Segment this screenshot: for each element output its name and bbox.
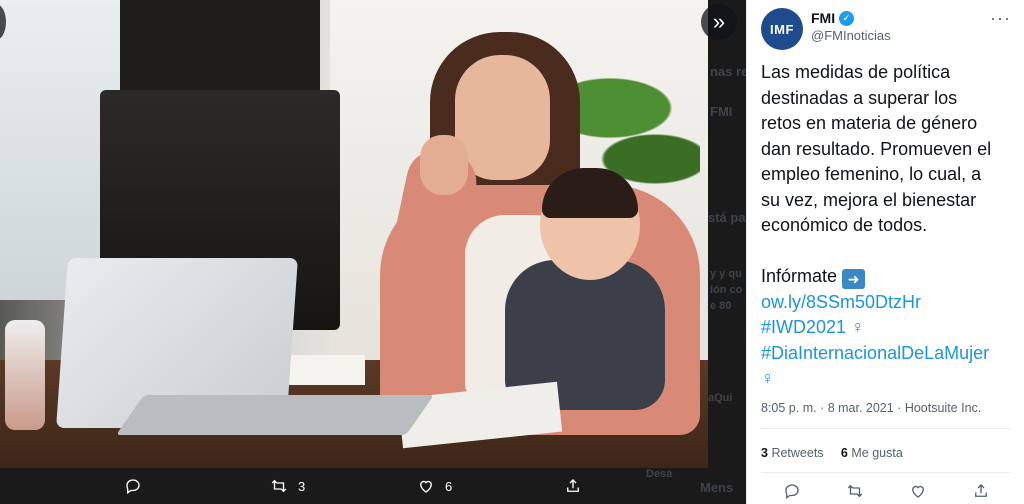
hashtag-dia-mujer[interactable]: #DiaInternacionalDeLaMujer — [761, 341, 1016, 367]
heart-icon — [420, 480, 432, 493]
share-icon — [567, 479, 579, 492]
cta-text: Infórmate — [761, 266, 838, 286]
cta-line: Infórmate ➜ — [761, 264, 1016, 290]
tweet-text-line: económico de todos. — [761, 215, 928, 235]
tweet-text-line: dan resultado. Promueven el — [761, 138, 992, 159]
verified-badge-icon: ✓ — [839, 10, 855, 26]
share-icon — [975, 484, 987, 497]
tweet-header: IMF FMI ✓ @FMInoticias ··· — [761, 6, 1021, 52]
photo-woman-hand — [420, 135, 468, 195]
female-sign-icon: ♀ — [761, 368, 775, 388]
more-options-icon[interactable]: ··· — [990, 8, 1011, 29]
tweet-stats: 3 Retweets 6 Me gusta — [761, 446, 903, 460]
retweets-count: 3 — [761, 446, 768, 460]
likes-label: Me gusta — [851, 446, 903, 460]
tweet-text-line: empleo femenino, lo cual, a — [761, 164, 982, 184]
hashtag-iwd2021[interactable]: #IWD2021 — [761, 317, 846, 337]
photo-woman-face — [455, 55, 550, 180]
panel-retweet-button[interactable] — [846, 482, 864, 504]
tweet-timestamp[interactable]: 8:05 p. m. · 8 mar. 2021 · Hootsuite Inc… — [761, 401, 981, 415]
hashtag-emoji-line: ♀ — [761, 366, 1016, 392]
tweet-text: Las medidas de política destinadas a sup… — [761, 60, 1016, 392]
avatar-text: IMF — [770, 21, 794, 37]
divider — [761, 472, 1011, 473]
retweet-button[interactable]: 3 — [270, 468, 305, 504]
retweet-count: 3 — [298, 478, 306, 494]
tweet-link[interactable]: ow.ly/8SSm50DtzHr — [761, 290, 1016, 316]
right-arrow-icon: ➜ — [842, 269, 866, 289]
retweet-icon — [271, 479, 287, 493]
background-text: aQui — [708, 392, 733, 404]
tweet-panel: IMF FMI ✓ @FMInoticias ··· Las medidas d… — [746, 0, 1024, 504]
retweets-stat[interactable]: 3 Retweets — [761, 446, 824, 460]
hashtag-line: #IWD2021 ♀ — [761, 315, 1016, 341]
media-viewer: » nas re FMI stá pa y y qu ión co e 80 a… — [0, 0, 746, 504]
background-text: stá pa — [708, 210, 746, 225]
avatar[interactable]: IMF — [761, 8, 803, 50]
share-button[interactable] — [564, 468, 582, 504]
background-text: y y qu — [710, 268, 742, 280]
tweet-text-line: retos en materia de género — [761, 113, 978, 133]
tweet-text-line: destinadas a superar los — [761, 87, 958, 108]
divider — [761, 428, 1011, 429]
panel-reply-button[interactable] — [783, 482, 801, 504]
female-sign-icon: ♀ — [851, 317, 865, 337]
double-chevron-right-icon: » — [712, 9, 726, 34]
like-count: 6 — [445, 478, 453, 494]
background-text: FMI — [710, 104, 733, 119]
background-text: nas re — [710, 64, 746, 79]
author-name-text: FMI — [811, 10, 836, 26]
retweets-label: Retweets — [771, 446, 824, 460]
background-text: ión co — [710, 284, 743, 296]
author-handle[interactable]: @FMInoticias — [811, 28, 891, 43]
photo-baby-bottle — [5, 320, 45, 430]
panel-like-button[interactable] — [909, 482, 927, 504]
like-button[interactable]: 6 — [417, 468, 452, 504]
reply-icon — [785, 484, 799, 500]
tweet-action-bar — [761, 482, 1011, 504]
tweet-text-line: su vez, mejora el bienestar — [761, 189, 977, 210]
panel-share-button[interactable] — [972, 482, 990, 504]
author-name[interactable]: FMI ✓ — [811, 10, 855, 26]
photo-shelf — [120, 0, 320, 90]
background-text: e 80 — [710, 300, 732, 312]
likes-stat[interactable]: 6 Me gusta — [841, 446, 903, 460]
media-action-bar: 3 6 — [0, 468, 708, 504]
heart-icon — [912, 485, 924, 498]
photo-laptop-base — [115, 395, 435, 435]
expand-panel-button[interactable]: » — [701, 4, 737, 40]
tweet-photo[interactable] — [0, 0, 708, 468]
reply-icon — [126, 479, 140, 495]
retweet-icon — [847, 484, 863, 498]
tweet-text-line: Las medidas de política — [761, 62, 951, 82]
photo-notebook — [280, 355, 365, 385]
likes-count: 6 — [840, 446, 848, 460]
reply-button[interactable] — [124, 468, 152, 504]
